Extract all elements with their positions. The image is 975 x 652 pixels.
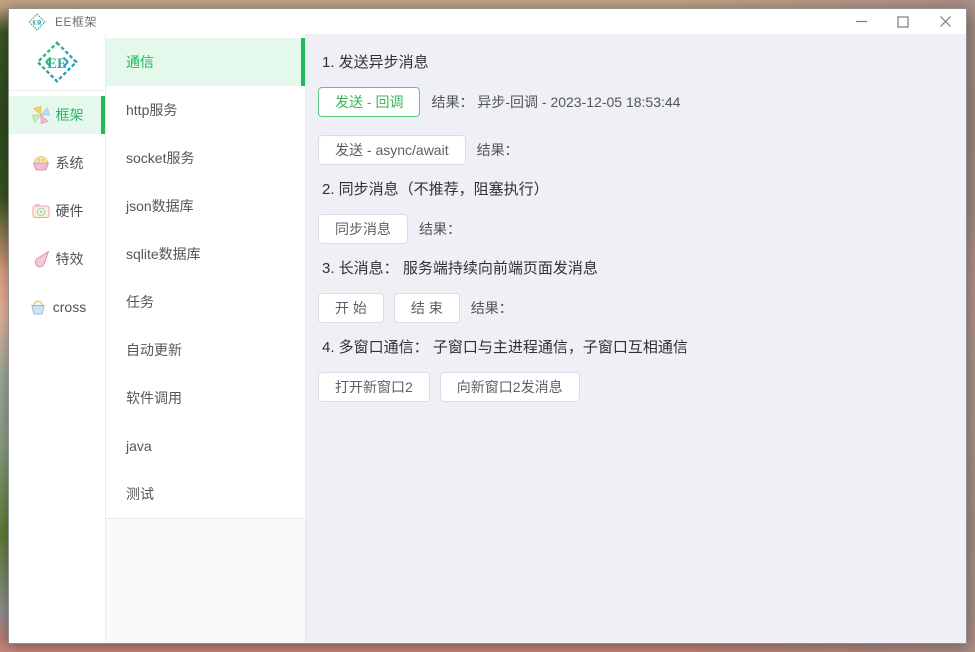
send-await-button[interactable]: 发送 - async/await bbox=[318, 135, 466, 165]
sidebar-item-label: 特效 bbox=[55, 251, 84, 267]
section-long-message: 3. 长消息： 服务端持续向前端页面发消息 开 始 结 束 结果： bbox=[318, 258, 956, 323]
multi-window-row: 打开新窗口2 向新窗口2发消息 bbox=[318, 372, 956, 402]
menu-item-software-call[interactable]: 软件调用 bbox=[106, 374, 305, 422]
main-content: 1. 发送异步消息 发送 - 回调 结果： 异步-回调 - 2023-12-05… bbox=[306, 34, 966, 643]
camera-icon bbox=[31, 201, 51, 221]
comet-icon bbox=[31, 249, 51, 269]
section-heading: 3. 长消息： 服务端持续向前端页面发消息 bbox=[322, 260, 598, 277]
section-sync-message: 2. 同步消息（不推荐，阻塞执行） 同步消息 结果： bbox=[318, 179, 956, 244]
maximize-button[interactable] bbox=[882, 9, 924, 34]
close-button[interactable] bbox=[924, 9, 966, 34]
sidebar-item-label: cross bbox=[52, 299, 87, 315]
menu-item-socket[interactable]: socket服务 bbox=[106, 134, 305, 182]
menu-item-sqlite-db[interactable]: sqlite数据库 bbox=[106, 230, 305, 278]
basket-icon bbox=[31, 153, 51, 173]
sync-message-button[interactable]: 同步消息 bbox=[318, 214, 408, 244]
section-multi-window: 4. 多窗口通信： 子窗口与主进程通信，子窗口互相通信 打开新窗口2 向新窗口2… bbox=[318, 337, 956, 402]
await-result-text: 结果： bbox=[476, 142, 519, 158]
sidebar-item-label: 系统 bbox=[55, 155, 84, 171]
secondary-menu: 通信 http服务 socket服务 json数据库 sqlite数据库 任务 … bbox=[106, 34, 305, 519]
pinwheel-icon bbox=[31, 105, 51, 125]
menu-item-http[interactable]: http服务 bbox=[106, 86, 305, 134]
app-logo: EE bbox=[9, 34, 105, 91]
menu-item-json-db[interactable]: json数据库 bbox=[106, 182, 305, 230]
start-button[interactable]: 开 始 bbox=[318, 293, 384, 323]
async-callback-row: 发送 - 回调 结果： 异步-回调 - 2023-12-05 18:53:44 bbox=[318, 87, 956, 117]
sidebar-secondary: 通信 http服务 socket服务 json数据库 sqlite数据库 任务 … bbox=[106, 34, 306, 643]
sidebar-item-label: 框架 bbox=[55, 107, 84, 123]
sidebar-primary: EE 框架 系统 硬件 特效 cross bbox=[9, 34, 106, 643]
sync-row: 同步消息 结果： bbox=[318, 214, 956, 244]
app-window: EE EE框架 EE 框架 系统 硬件 特效 cross 通信 http服务 s… bbox=[8, 8, 967, 644]
long-message-row: 开 始 结 束 结果： bbox=[318, 293, 956, 323]
minimize-button[interactable] bbox=[840, 9, 882, 34]
menu-item-test[interactable]: 测试 bbox=[106, 470, 305, 518]
sidebar-item-system[interactable]: 系统 bbox=[9, 139, 105, 187]
section-heading: 2. 同步消息（不推荐，阻塞执行） bbox=[322, 181, 549, 198]
send-callback-button[interactable]: 发送 - 回调 bbox=[318, 87, 421, 117]
menu-item-auto-update[interactable]: 自动更新 bbox=[106, 326, 305, 374]
callback-result-text: 结果： 异步-回调 - 2023-12-05 18:53:44 bbox=[431, 94, 681, 110]
open-window2-button[interactable]: 打开新窗口2 bbox=[318, 372, 430, 402]
section-heading: 4. 多窗口通信： 子窗口与主进程通信，子窗口互相通信 bbox=[322, 339, 688, 356]
section-async-message: 1. 发送异步消息 发送 - 回调 结果： 异步-回调 - 2023-12-05… bbox=[318, 52, 956, 165]
menu-item-ipc[interactable]: 通信 bbox=[106, 38, 305, 86]
sidebar-item-framework[interactable]: 框架 bbox=[9, 96, 105, 134]
send-to-window2-button[interactable]: 向新窗口2发消息 bbox=[439, 372, 580, 402]
section-heading: 1. 发送异步消息 bbox=[322, 54, 429, 71]
stop-button[interactable]: 结 束 bbox=[393, 293, 460, 323]
async-await-row: 发送 - async/await 结果： bbox=[318, 135, 956, 165]
menu-item-java[interactable]: java bbox=[106, 422, 305, 470]
sidebar-item-label: 硬件 bbox=[55, 203, 84, 219]
window-title: EE框架 bbox=[55, 15, 98, 29]
long-message-result-text: 结果： bbox=[470, 300, 513, 316]
sidebar-item-hardware[interactable]: 硬件 bbox=[9, 187, 105, 235]
sidebar-item-effects[interactable]: 特效 bbox=[9, 235, 105, 283]
sidebar-item-cross[interactable]: cross bbox=[9, 283, 105, 331]
app-logo-icon: EE bbox=[28, 12, 46, 31]
sync-result-text: 结果： bbox=[419, 221, 461, 237]
primary-menu: 框架 系统 硬件 特效 cross bbox=[9, 91, 105, 643]
window-controls bbox=[840, 9, 966, 34]
bin-icon bbox=[28, 297, 48, 317]
title-bar: EE EE框架 bbox=[9, 9, 966, 34]
menu-item-jobs[interactable]: 任务 bbox=[106, 278, 305, 326]
